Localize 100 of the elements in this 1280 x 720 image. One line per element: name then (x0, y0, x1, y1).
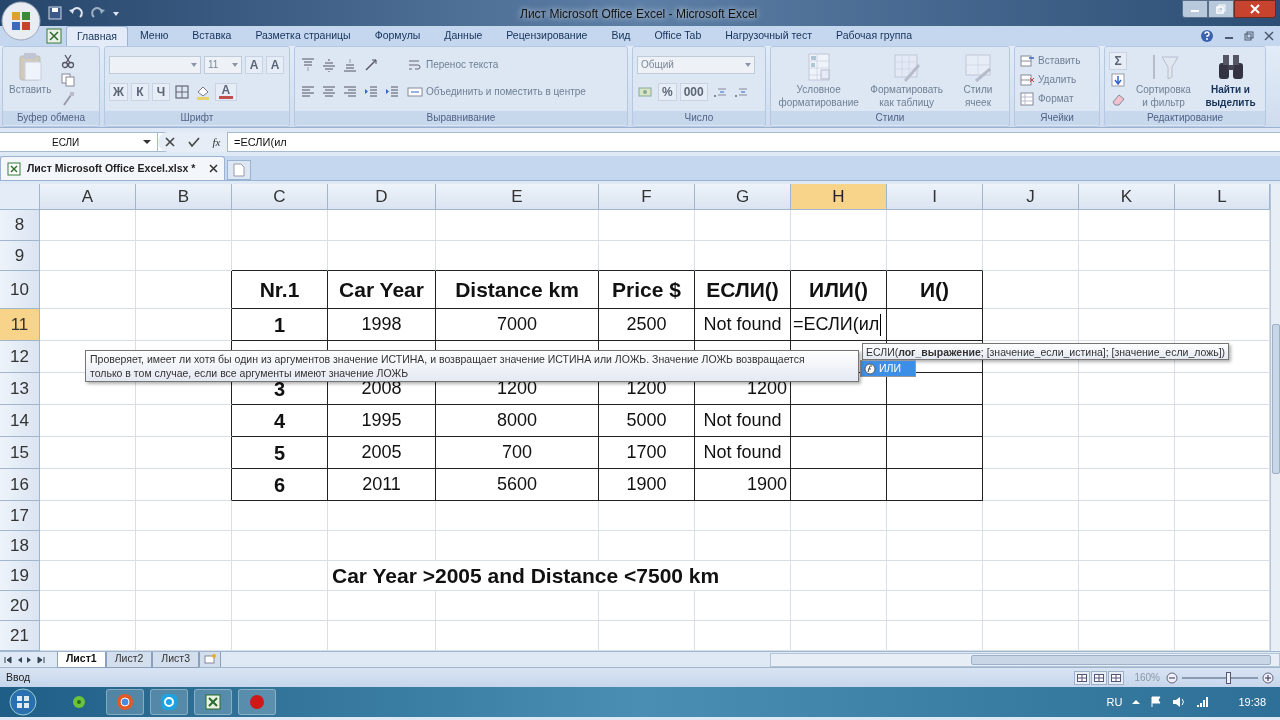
row-header[interactable]: 16 (0, 469, 40, 501)
table-header-cell[interactable]: Distance km (436, 271, 599, 309)
view-button[interactable] (1108, 670, 1125, 685)
grid-cell[interactable] (136, 271, 232, 309)
slider-thumb[interactable] (1225, 671, 1231, 684)
column-header[interactable]: L (1175, 184, 1270, 210)
language-indicator[interactable]: RU (1106, 693, 1123, 711)
table-cell[interactable]: 1995 (328, 405, 436, 437)
column-header[interactable]: D (328, 184, 436, 210)
vertical-scrollbar[interactable] (1270, 184, 1280, 651)
row-header[interactable]: 11 (0, 309, 40, 341)
minimize-button[interactable] (1182, 0, 1208, 18)
table-header-cell[interactable]: И() (887, 271, 983, 309)
table-cell[interactable] (791, 469, 887, 501)
format-button[interactable]: Σ (1109, 51, 1127, 70)
taskbar-button[interactable] (106, 689, 144, 715)
ribbon-tab[interactable]: Меню (127, 26, 181, 46)
ribbon-tab[interactable]: Нагрузочный тест (713, 26, 824, 46)
ribbon-tab[interactable]: Формулы (362, 26, 433, 46)
dropdown[interactable] (109, 55, 201, 74)
view-button[interactable] (1091, 670, 1108, 685)
ribbon-tab[interactable]: Разметка страницы (243, 26, 363, 46)
table-cell[interactable]: 4 (232, 405, 328, 437)
font-color-button[interactable]: A (214, 82, 237, 101)
column-header[interactable]: A (40, 184, 136, 210)
scrollbar-thumb[interactable] (971, 654, 1271, 665)
view-button[interactable] (1074, 670, 1091, 685)
column-header[interactable]: C (232, 184, 328, 210)
table-cell[interactable]: 5600 (436, 469, 599, 501)
grid-cell[interactable] (136, 309, 232, 341)
column-header[interactable]: G (695, 184, 791, 210)
table-cell[interactable]: 700 (436, 437, 599, 469)
ribbon-tab[interactable]: Рабочая группа (824, 26, 925, 46)
sheet-tab[interactable]: Лист2 (105, 651, 153, 668)
format-button[interactable]: Ч (151, 82, 170, 101)
format-button[interactable]: A (266, 55, 284, 74)
table-cell[interactable]: 1700 (599, 437, 695, 469)
restore-button[interactable] (1208, 0, 1234, 18)
table-cell[interactable] (791, 405, 887, 437)
insert-sheet-button[interactable] (198, 651, 221, 668)
table-cell[interactable]: Not found (695, 437, 791, 469)
row-header[interactable]: 10 (0, 271, 40, 309)
row-header[interactable]: 21 (0, 621, 40, 651)
table-header-cell[interactable]: Price $ (599, 271, 695, 309)
table-cell[interactable]: 5 (232, 437, 328, 469)
sheet-tab[interactable]: Лист1 (57, 651, 106, 668)
zoom-slider[interactable] (1182, 671, 1258, 684)
scrollbar-thumb[interactable] (1271, 324, 1280, 474)
ribbon-tab[interactable]: Вид (599, 26, 643, 46)
ribbon-tab[interactable]: Главная (66, 26, 128, 46)
format-button[interactable]: К (130, 82, 149, 101)
table-header-cell[interactable]: ИЛИ() (791, 271, 887, 309)
table-header-cell[interactable]: Nr.1 (232, 271, 328, 309)
table-header-cell[interactable]: Car Year (328, 271, 436, 309)
sheet-tab[interactable]: Лист3 (152, 651, 199, 668)
table-cell[interactable]: Not found (695, 309, 791, 341)
document-tab[interactable]: Лист Microsoft Office Excel.xlsx * (0, 156, 226, 180)
table-cell[interactable]: 1900 (599, 469, 695, 501)
column-header[interactable]: H (791, 184, 887, 210)
insert-function-button[interactable]: fx (212, 133, 221, 151)
column-header[interactable]: E (436, 184, 599, 210)
table-cell[interactable] (887, 437, 983, 469)
ribbon-button[interactable]: Найти и выделить (1200, 51, 1261, 109)
row-header[interactable]: 18 (0, 531, 40, 561)
format-button[interactable]: Ж (109, 82, 128, 101)
ribbon-tab[interactable]: Данные (432, 26, 495, 46)
table-cell[interactable] (791, 437, 887, 469)
grid-cell[interactable] (136, 469, 232, 501)
table-cell[interactable]: 6 (232, 469, 328, 501)
grid-cell[interactable] (136, 405, 232, 437)
row-header[interactable]: 13 (0, 373, 40, 405)
ribbon-tab[interactable]: Office Tab (642, 26, 714, 46)
icon-button[interactable] (172, 82, 191, 101)
formula-field[interactable]: =ЕСЛИ(ил (228, 133, 1280, 151)
table-cell[interactable]: 2500 (599, 309, 695, 341)
taskbar-button[interactable] (150, 689, 188, 715)
editing-cell[interactable]: =ЕСЛИ(ил (791, 309, 887, 341)
table-header-cell[interactable]: ЕСЛИ() (695, 271, 791, 309)
row-header[interactable]: 12 (0, 341, 40, 373)
table-cell[interactable] (887, 405, 983, 437)
cell-input-text[interactable]: =ЕСЛИ(ил (793, 311, 880, 338)
table-cell[interactable] (887, 309, 983, 341)
table-cell[interactable]: Not found (695, 405, 791, 437)
table-cell[interactable]: 8000 (436, 405, 599, 437)
row-header[interactable]: 9 (0, 241, 40, 271)
taskbar-button[interactable] (194, 689, 232, 715)
table-cell[interactable]: 1 (232, 309, 328, 341)
horizontal-scrollbar[interactable] (770, 652, 1280, 667)
format-button[interactable]: A (245, 55, 263, 74)
new-tab-button[interactable] (227, 160, 252, 180)
row-header[interactable]: 20 (0, 591, 40, 621)
name-box[interactable]: ЕСЛИ (0, 132, 158, 152)
table-cell[interactable]: 5000 (599, 405, 695, 437)
column-header[interactable]: J (983, 184, 1079, 210)
column-header[interactable]: F (599, 184, 695, 210)
row-header[interactable]: 17 (0, 501, 40, 531)
row-header[interactable]: 19 (0, 561, 40, 591)
table-cell[interactable]: 1998 (328, 309, 436, 341)
table-cell[interactable]: 7000 (436, 309, 599, 341)
close-button[interactable] (1234, 0, 1276, 18)
